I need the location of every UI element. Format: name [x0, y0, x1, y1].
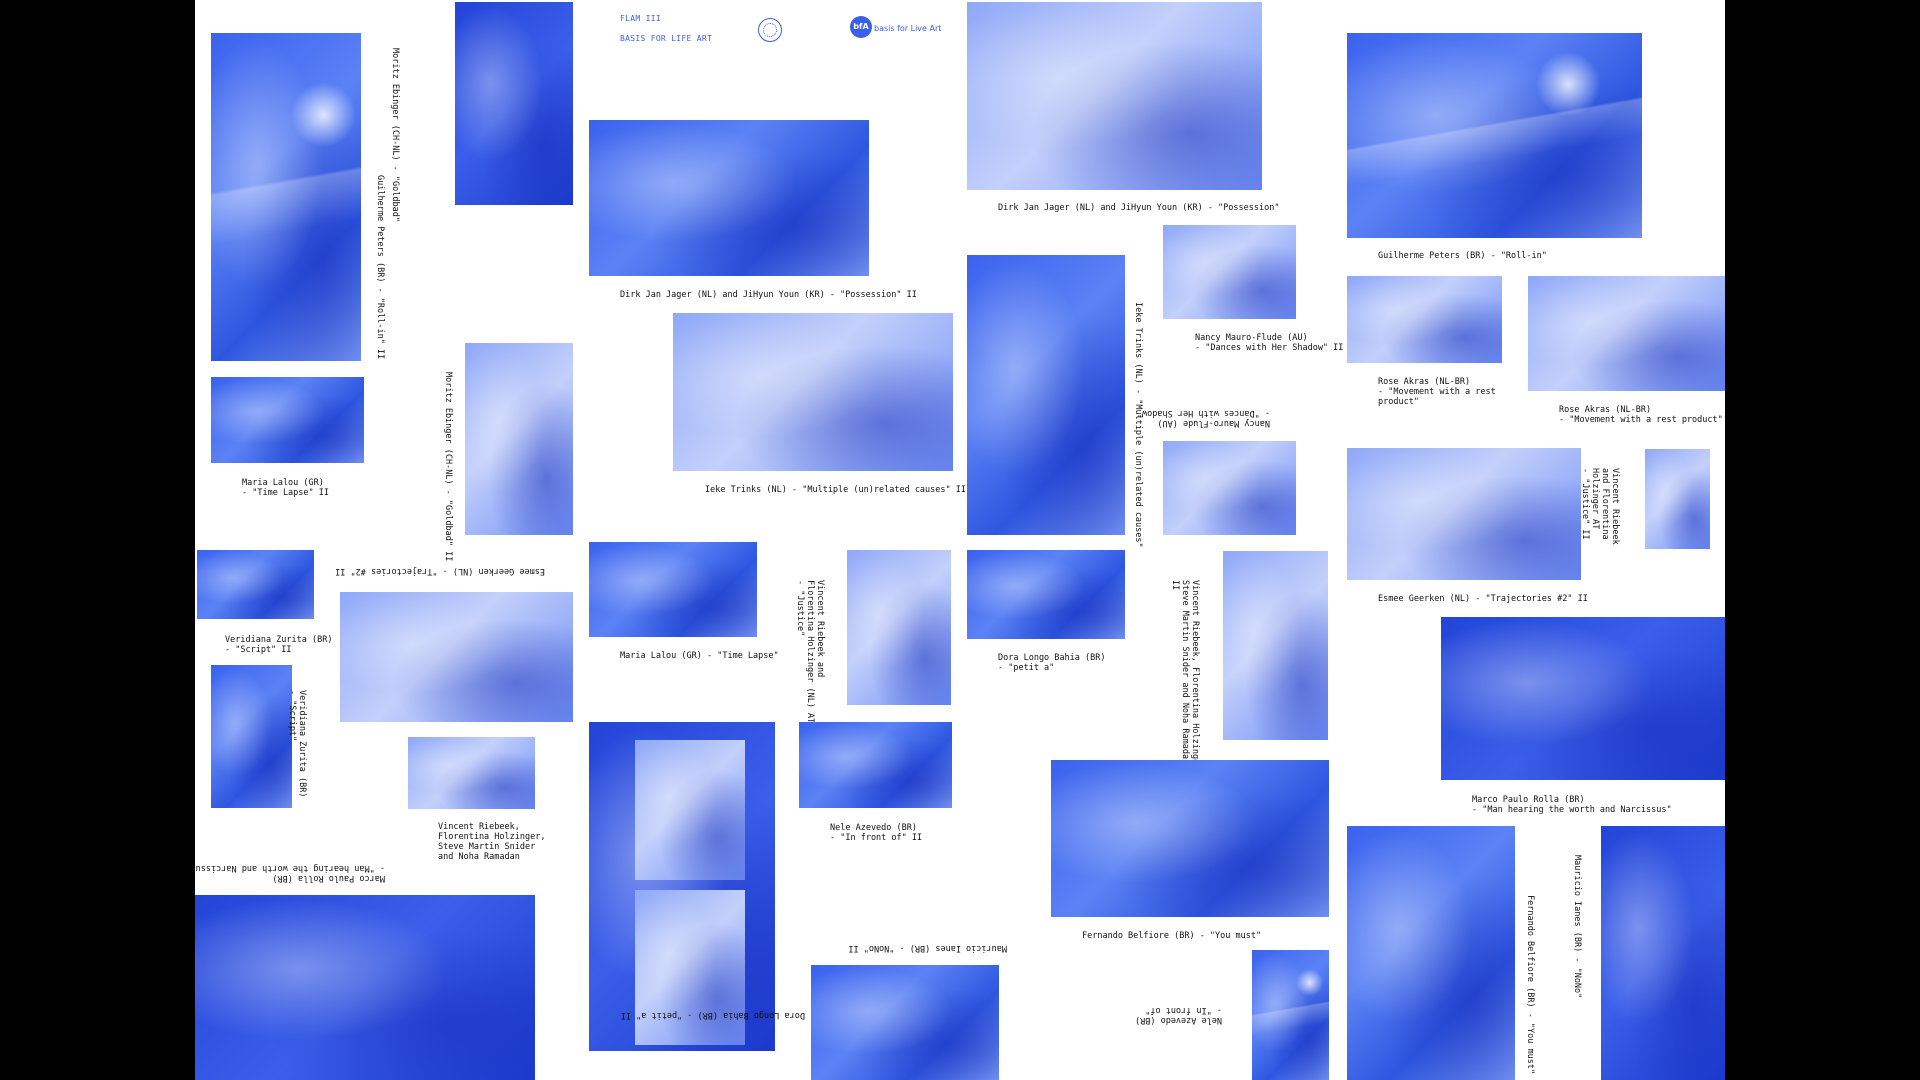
- caption-four-performers-ii: Vincent Riebeek, Florentina Holzinger, S…: [1170, 580, 1200, 775]
- photo-nono: [1601, 826, 1725, 1080]
- photo-man-hearing: [1441, 617, 1725, 780]
- photo-petit-a-mouth: [635, 740, 745, 880]
- photo-nono-ii: [811, 965, 999, 1080]
- photo-roll-in-ii: [211, 33, 361, 361]
- bfa-logo-icon: bfA: [850, 16, 872, 38]
- photo-in-front-of-ii: [799, 722, 952, 808]
- photo-roll-in: [1347, 33, 1642, 238]
- caption-you-must-ii: Fernando Belfiore (BR) - "You must" II: [1525, 895, 1535, 1080]
- caption-goldbad-ii: Moritz Ebinger (CH-NL) - "Goldbad" II: [443, 372, 453, 562]
- photo-trajectories-rotated: [340, 592, 573, 722]
- photo-possession-ii: [589, 120, 869, 276]
- caption-script: Veridiana Zurita (BR) - "Script": [287, 690, 307, 798]
- photo-in-front-of: [1252, 950, 1329, 1080]
- caption-justice: Vincent Riebeek and Florentina Holzinger…: [795, 580, 825, 724]
- caption-trajectories: Esmee Geerken (NL) - "Trajectories #2" I…: [1378, 594, 1588, 604]
- caption-movement-rest: Rose Akras (NL-BR) - "Movement with a re…: [1378, 377, 1496, 407]
- photo-script: [211, 665, 292, 808]
- caption-justice-ii: Vincent Riebeek and Florentina Holzinger…: [1580, 468, 1620, 545]
- caption-script-ii: Veridiana Zurita (BR) - "Script" II: [225, 635, 333, 655]
- photo-possession: [967, 2, 1262, 190]
- caption-roll-in: Guilherme Peters (BR) - "Roll-in": [1378, 251, 1547, 261]
- caption-petit-a-ii: Dora Longo Bahia (BR) - "petit a" II: [620, 1010, 805, 1020]
- caption-man-hearing-ii-rotated: Marco Paulo Rolla (BR) - "Man hearing th…: [195, 863, 385, 883]
- photo-you-must-ii: [1347, 826, 1515, 1080]
- seal-icon: [758, 18, 782, 42]
- photo-time-lapse: [589, 542, 757, 637]
- photo-justice: [847, 550, 951, 705]
- header-subtitle: BASIS FOR LIFE ART: [620, 34, 713, 43]
- photo-justice-ii: [1645, 449, 1710, 549]
- caption-roll-in-ii: Guilherme Peters (BR) - "Roll-in" II: [375, 175, 385, 360]
- photo-man-hearing-ii: [195, 895, 535, 1080]
- photo-multiple-causes-ii: [673, 313, 953, 471]
- poster-collage: FLAM III BASIS FOR LIFE ART bfA basis fo…: [195, 0, 1725, 1080]
- caption-nono: Mauricio Ianes (BR) - "NoNo": [1572, 855, 1582, 999]
- caption-dances-shadow-ii: Nancy Mauro-Flude (AU) - "Dances with He…: [1195, 333, 1344, 353]
- header-title: FLAM III: [620, 14, 661, 23]
- photo-movement-rest: [1347, 276, 1502, 363]
- caption-possession-ii: Dirk Jan Jager (NL) and JiHyun Youn (KR)…: [620, 290, 917, 300]
- caption-trajectories-ii-rotated: Esmee Geerken (NL) - "Trajectories #2" I…: [335, 566, 545, 576]
- caption-dances-shadow: Nancy Mauro-Flude (AU) - "Dances with He…: [1136, 408, 1270, 428]
- caption-man-hearing: Marco Paulo Rolla (BR) - "Man hearing th…: [1472, 795, 1672, 815]
- photo-goldbad: [455, 2, 573, 205]
- caption-multiple-causes-ii: Ieke Trinks (NL) - "Multiple (un)related…: [705, 485, 966, 495]
- caption-in-front-of: Nele Azevedo (BR) - "In front of": [1135, 1005, 1222, 1025]
- photo-dances-shadow: [1163, 441, 1296, 535]
- photo-trajectories: [1347, 448, 1581, 580]
- caption-time-lapse: Maria Lalou (GR) - "Time Lapse": [620, 651, 779, 661]
- photo-petit-a-eye: [635, 890, 745, 1045]
- caption-possession: Dirk Jan Jager (NL) and JiHyun Youn (KR)…: [998, 203, 1280, 213]
- caption-petit-a: Dora Longo Bahia (BR) - "petit a": [998, 653, 1106, 673]
- caption-four-performers: Vincent Riebeek, Florentina Holzinger, S…: [438, 822, 546, 862]
- photo-four-performers-ii: [1223, 551, 1328, 740]
- caption-nono-ii: Mauricio Ianes (BR) - "NoNo" II: [848, 943, 1007, 953]
- caption-you-must: Fernando Belfiore (BR) - "You must": [1082, 931, 1262, 941]
- photo-four-performers: [408, 737, 535, 809]
- photo-multiple-causes: [967, 255, 1125, 535]
- caption-time-lapse-ii: Maria Lalou (GR) - "Time Lapse" II: [242, 478, 329, 498]
- bfa-logo-text: basis for Live Art: [874, 24, 942, 33]
- photo-script-ii: [197, 550, 314, 619]
- photo-time-lapse-ii: [211, 377, 364, 463]
- caption-movement-rest-ii: Rose Akras (NL-BR) - "Movement with a re…: [1559, 405, 1723, 425]
- caption-in-front-of-ii: Nele Azevedo (BR) - "In front of" II: [830, 823, 923, 843]
- photo-you-must: [1051, 760, 1329, 917]
- photo-petit-a: [967, 550, 1125, 639]
- caption-goldbad: Moritz Ebinger (CH-NL) - "Goldbad": [390, 48, 400, 222]
- photo-dances-shadow-ii: [1163, 225, 1296, 319]
- photo-goldbad-ii: [465, 343, 573, 535]
- photo-movement-rest-ii: [1528, 276, 1725, 391]
